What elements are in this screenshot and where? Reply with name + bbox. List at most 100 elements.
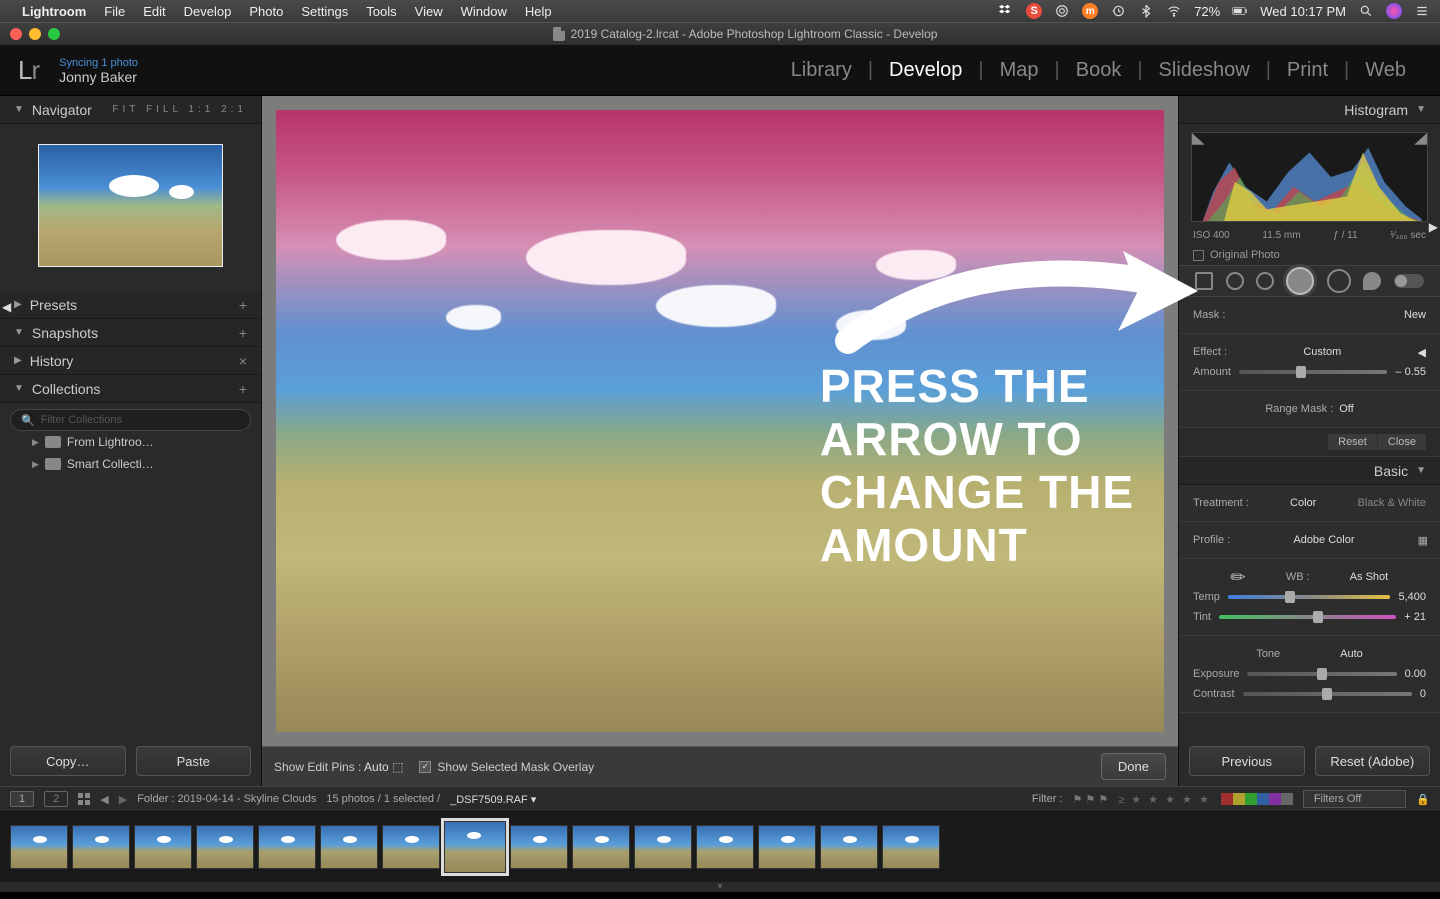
local-reset-button[interactable]: Reset [1328, 434, 1377, 450]
done-button[interactable]: Done [1101, 753, 1166, 780]
bluetooth-icon[interactable] [1138, 4, 1154, 18]
paste-button[interactable]: Paste [136, 746, 252, 776]
thumb[interactable] [72, 825, 130, 869]
thumb[interactable] [382, 825, 440, 869]
temp-slider[interactable] [1228, 595, 1391, 599]
filmstrip[interactable] [0, 812, 1440, 882]
grid-view-icon[interactable] [78, 793, 90, 805]
filter-lock-icon[interactable]: 🔒 [1416, 793, 1430, 806]
snapshots-header[interactable]: ▼Snapshots+ [0, 319, 261, 347]
original-photo-checkbox[interactable] [1193, 250, 1204, 261]
screen-2-tab[interactable]: 2 [44, 791, 68, 807]
profile-browser-icon[interactable]: ▦ [1418, 534, 1426, 547]
contrast-value[interactable]: 0 [1420, 688, 1426, 700]
brush-tool-icon[interactable] [1363, 272, 1381, 290]
effect-disclose-icon[interactable]: ◀ [1418, 346, 1426, 359]
module-print[interactable]: Print [1271, 59, 1344, 82]
menu-develop[interactable]: Develop [184, 4, 232, 19]
tint-slider[interactable] [1219, 615, 1396, 619]
crop-tool-icon[interactable] [1195, 272, 1213, 290]
notif-icon[interactable] [1414, 4, 1430, 18]
thumb[interactable] [758, 825, 816, 869]
current-filename[interactable]: _DSF7509.RAF ▾ [450, 793, 536, 806]
mask-overlay-checkbox[interactable]: ✓ [419, 761, 431, 773]
treatment-bw[interactable]: Black & White [1358, 497, 1426, 509]
left-panel-collapse-icon[interactable]: ◀ [2, 300, 11, 314]
wifi-icon[interactable] [1166, 4, 1182, 18]
basic-header[interactable]: Basic▼ [1179, 457, 1440, 485]
dropbox-icon[interactable] [998, 4, 1014, 18]
siri-icon[interactable] [1386, 3, 1402, 19]
local-close-button[interactable]: Close [1378, 434, 1426, 450]
tint-value[interactable]: + 21 [1404, 611, 1426, 623]
flag-filter-icon[interactable]: ⚑ ⚑ ⚑ [1072, 793, 1108, 806]
thumb[interactable] [134, 825, 192, 869]
collection-smart[interactable]: ▶Smart Collecti… [10, 453, 251, 475]
filter-collections-input[interactable]: 🔍 Filter Collections [10, 409, 251, 431]
amount-value[interactable]: – 0.55 [1395, 366, 1426, 378]
menu-settings[interactable]: Settings [301, 4, 348, 19]
radial-filter-tool-icon[interactable] [1327, 269, 1351, 293]
presets-header[interactable]: ▶Presets+ [0, 291, 261, 319]
status-icon-m[interactable]: m [1082, 3, 1098, 19]
panel-switch[interactable] [1394, 274, 1424, 288]
spot-tool-icon[interactable] [1226, 272, 1244, 290]
close-window-button[interactable] [10, 28, 22, 40]
copy-button[interactable]: Copy… [10, 746, 126, 776]
navigator-zoom-modes[interactable]: FIT FILL 1:1 2:1 [112, 104, 247, 115]
auto-tone-button[interactable]: Auto [1340, 648, 1363, 660]
thumb[interactable] [196, 825, 254, 869]
status-icon-s[interactable]: S [1026, 3, 1042, 19]
thumb[interactable] [882, 825, 940, 869]
thumb[interactable] [572, 825, 630, 869]
rating-filter[interactable]: ≥ ★ ★ ★ ★ ★ [1118, 793, 1211, 806]
amount-slider[interactable] [1239, 370, 1387, 374]
module-book[interactable]: Book [1060, 59, 1138, 82]
eyedropper-icon[interactable]: ✎ [1226, 564, 1252, 590]
contrast-slider[interactable] [1243, 692, 1412, 696]
navigator-header[interactable]: ▼Navigator FIT FILL 1:1 2:1 [0, 96, 261, 124]
folder-path[interactable]: Folder : 2019-04-14 - Skyline Clouds [137, 793, 316, 805]
thumb[interactable] [320, 825, 378, 869]
thumb[interactable] [634, 825, 692, 869]
wb-value[interactable]: As Shot [1350, 571, 1389, 583]
module-map[interactable]: Map [984, 59, 1055, 82]
collection-from-lightroom[interactable]: ▶From Lightroo… [10, 431, 251, 453]
image-canvas[interactable]: PRESS THE ARROW TO CHANGE THE AMOUNT [276, 110, 1164, 732]
spotlight-icon[interactable] [1358, 4, 1374, 18]
filmstrip-collapse-handle[interactable]: ▾ [0, 882, 1440, 892]
menu-edit[interactable]: Edit [143, 4, 165, 19]
histogram[interactable] [1191, 132, 1428, 222]
menu-help[interactable]: Help [525, 4, 552, 19]
menu-app[interactable]: Lightroom [22, 4, 86, 19]
menu-view[interactable]: View [415, 4, 443, 19]
previous-button[interactable]: Previous [1189, 746, 1305, 776]
screen-1-tab[interactable]: 1 [10, 791, 34, 807]
menu-tools[interactable]: Tools [366, 4, 396, 19]
rangemask-value[interactable]: Off [1339, 403, 1353, 415]
cc-icon[interactable] [1054, 4, 1070, 18]
exposure-slider[interactable] [1247, 672, 1396, 676]
filters-off-dropdown[interactable]: Filters Off [1303, 790, 1406, 808]
menu-window[interactable]: Window [461, 4, 507, 19]
histogram-header[interactable]: Histogram▼ [1179, 96, 1440, 124]
collections-header[interactable]: ▼Collections+ [0, 375, 261, 403]
minimize-window-button[interactable] [29, 28, 41, 40]
battery-icon[interactable] [1232, 4, 1248, 18]
thumb[interactable] [820, 825, 878, 869]
menu-file[interactable]: File [104, 4, 125, 19]
thumb-selected[interactable] [444, 821, 506, 873]
nav-fwd-icon[interactable]: ▶ [119, 793, 127, 806]
clock[interactable]: Wed 10:17 PM [1260, 4, 1346, 19]
treatment-color[interactable]: Color [1290, 497, 1316, 509]
thumb[interactable] [10, 825, 68, 869]
module-web[interactable]: Web [1349, 59, 1422, 82]
exposure-value[interactable]: 0.00 [1405, 668, 1426, 680]
timemachine-icon[interactable] [1110, 4, 1126, 18]
module-develop[interactable]: Develop [873, 59, 978, 82]
nav-back-icon[interactable]: ◀ [100, 793, 108, 806]
mask-value[interactable]: New [1404, 309, 1426, 321]
module-slideshow[interactable]: Slideshow [1143, 59, 1266, 82]
effect-value[interactable]: Custom [1303, 346, 1341, 358]
history-header[interactable]: ▶History× [0, 347, 261, 375]
